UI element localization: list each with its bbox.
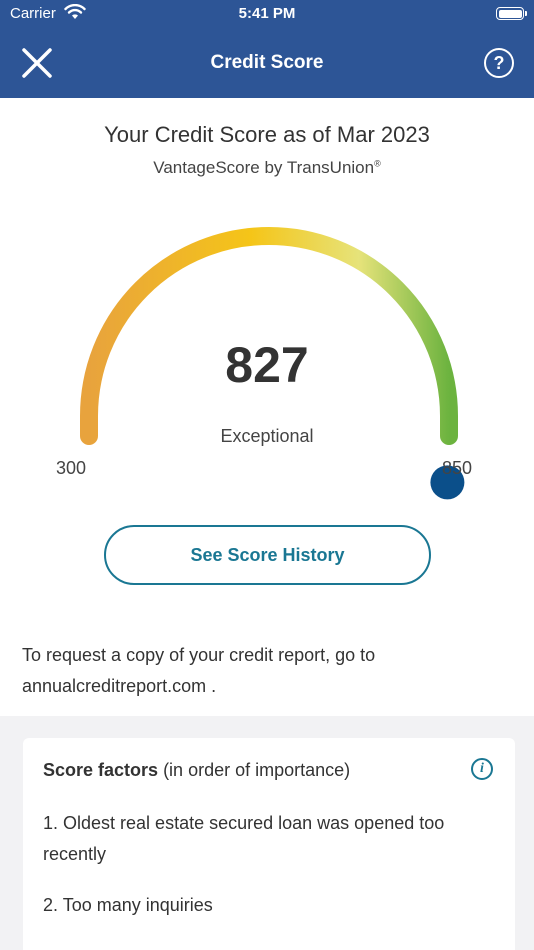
gauge-max-label: 850 — [442, 458, 473, 478]
nav-bar: Credit Score ? — [0, 28, 534, 98]
score-card: Your Credit Score as of Mar 2023 Vantage… — [0, 98, 534, 716]
score-factors-title-rest: (in order of importance) — [158, 760, 351, 780]
score-factor-item: 2. Too many inquiries — [43, 895, 213, 915]
score-factors-title-bold: Score factors — [43, 760, 159, 780]
help-button[interactable]: ? — [484, 48, 514, 78]
score-factor-item: 1. Oldest real estate secured loan was o… — [43, 813, 445, 864]
score-rating: Exceptional — [220, 426, 314, 446]
gauge-min-label: 300 — [56, 458, 87, 478]
request-text: To request a copy of your credit report,… — [22, 645, 376, 665]
score-factors-card: Score factors (in order of importance) i… — [23, 738, 515, 950]
page-title: Credit Score — [210, 52, 324, 73]
see-score-history-button[interactable]: See Score History — [104, 525, 431, 585]
status-bar: Carrier 5:41 PM — [0, 0, 534, 28]
score-gauge — [80, 227, 465, 500]
clock: 5:41 PM — [238, 5, 296, 22]
annualcreditreport-link[interactable]: annualcreditreport.com — [22, 676, 206, 696]
credit-score-value: 827 — [225, 337, 309, 393]
battery-icon — [496, 7, 527, 20]
score-factors-title: Score factors (in order of importance) — [43, 760, 350, 781]
request-suffix: . — [206, 676, 217, 696]
credit-report-request-text: To request a copy of your credit report,… — [22, 640, 502, 702]
info-icon[interactable]: i — [471, 758, 493, 780]
